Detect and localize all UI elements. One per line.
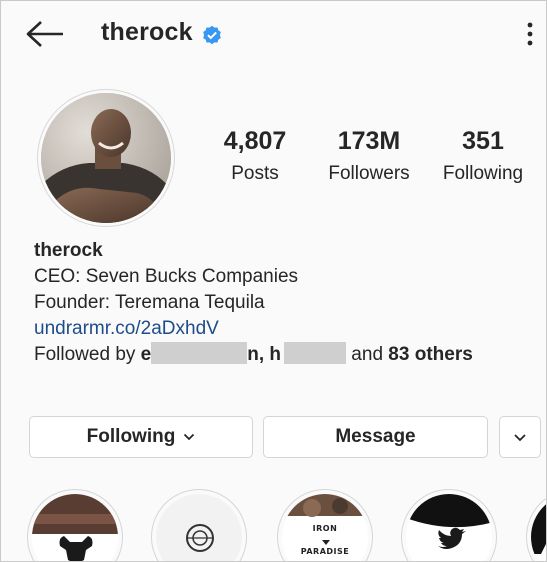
chevron-down-icon bbox=[514, 433, 526, 441]
highlight-text-bottom: PARADISE bbox=[300, 547, 350, 556]
message-button[interactable]: Message bbox=[263, 416, 488, 458]
followed-by-separator: , bbox=[258, 344, 270, 365]
followers-stat[interactable]: 173M Followers bbox=[319, 126, 419, 186]
followed-by-prefix: Followed by bbox=[34, 344, 141, 365]
posts-count: 4,807 bbox=[223, 127, 287, 155]
highlight-thumbnail bbox=[156, 494, 242, 561]
highlight-teremana-logo[interactable] bbox=[151, 489, 247, 561]
highlight-partial[interactable] bbox=[526, 489, 546, 561]
bio-line-founder: Founder: Teremana Tequila bbox=[34, 292, 265, 313]
following-stat[interactable]: 351 Following bbox=[433, 126, 533, 186]
bio-name: therock bbox=[34, 240, 103, 261]
avatar-photo bbox=[41, 93, 171, 223]
following-label: Following bbox=[442, 163, 524, 184]
message-button-label: Message bbox=[335, 426, 416, 447]
profile-username-header: therock bbox=[101, 18, 193, 46]
follower-a-end: n bbox=[247, 344, 259, 365]
twitter-icon bbox=[406, 494, 492, 561]
verified-badge-icon bbox=[203, 25, 221, 45]
highlight-text-top: IRON bbox=[312, 524, 338, 533]
posts-stat[interactable]: 4,807 Posts bbox=[215, 126, 295, 186]
highlight-image bbox=[531, 494, 546, 561]
highlight-thumbnail bbox=[406, 494, 492, 561]
highlight-thumbnail bbox=[531, 494, 546, 561]
avatar[interactable] bbox=[41, 93, 171, 223]
bull-logo-icon bbox=[32, 494, 118, 561]
highlight-bull-logo[interactable] bbox=[27, 489, 123, 561]
following-button-label: Following bbox=[86, 426, 176, 447]
redacted-block bbox=[284, 342, 347, 364]
following-count: 351 bbox=[462, 127, 504, 155]
arrow-left-icon[interactable] bbox=[25, 19, 65, 49]
followers-count: 173M bbox=[337, 127, 401, 155]
followers-label: Followers bbox=[328, 163, 410, 184]
more-vertical-icon[interactable] bbox=[521, 19, 539, 49]
suggested-accounts-button[interactable] bbox=[499, 416, 541, 458]
redacted-block bbox=[151, 342, 248, 364]
bio-link[interactable]: undrarmr.co/2aDxhdV bbox=[34, 316, 473, 342]
highlight-thumbnail bbox=[32, 494, 118, 561]
posts-label: Posts bbox=[231, 163, 279, 184]
followed-by-count: 83 others bbox=[388, 344, 473, 365]
highlight-thumbnail: IRON PARADISE bbox=[282, 494, 368, 561]
following-button[interactable]: Following bbox=[29, 416, 253, 458]
teremana-logo-icon bbox=[156, 494, 242, 561]
follower-b-start: h bbox=[269, 344, 282, 365]
bio-section: therock CEO: Seven Bucks Companies Found… bbox=[34, 238, 473, 368]
follower-a-start: e bbox=[140, 344, 152, 365]
highlight-iron-paradise[interactable]: IRON PARADISE bbox=[277, 489, 373, 561]
profile-screen: therock 4,807 Posts 173M Followers 351 F… bbox=[0, 0, 547, 562]
followed-by-line[interactable]: Followed by e n, h and 83 others bbox=[34, 342, 473, 368]
bio-line-ceo: CEO: Seven Bucks Companies bbox=[34, 266, 299, 287]
highlight-twitter[interactable] bbox=[401, 489, 497, 561]
chevron-down-icon bbox=[184, 433, 195, 441]
followed-by-and: and bbox=[346, 344, 389, 365]
